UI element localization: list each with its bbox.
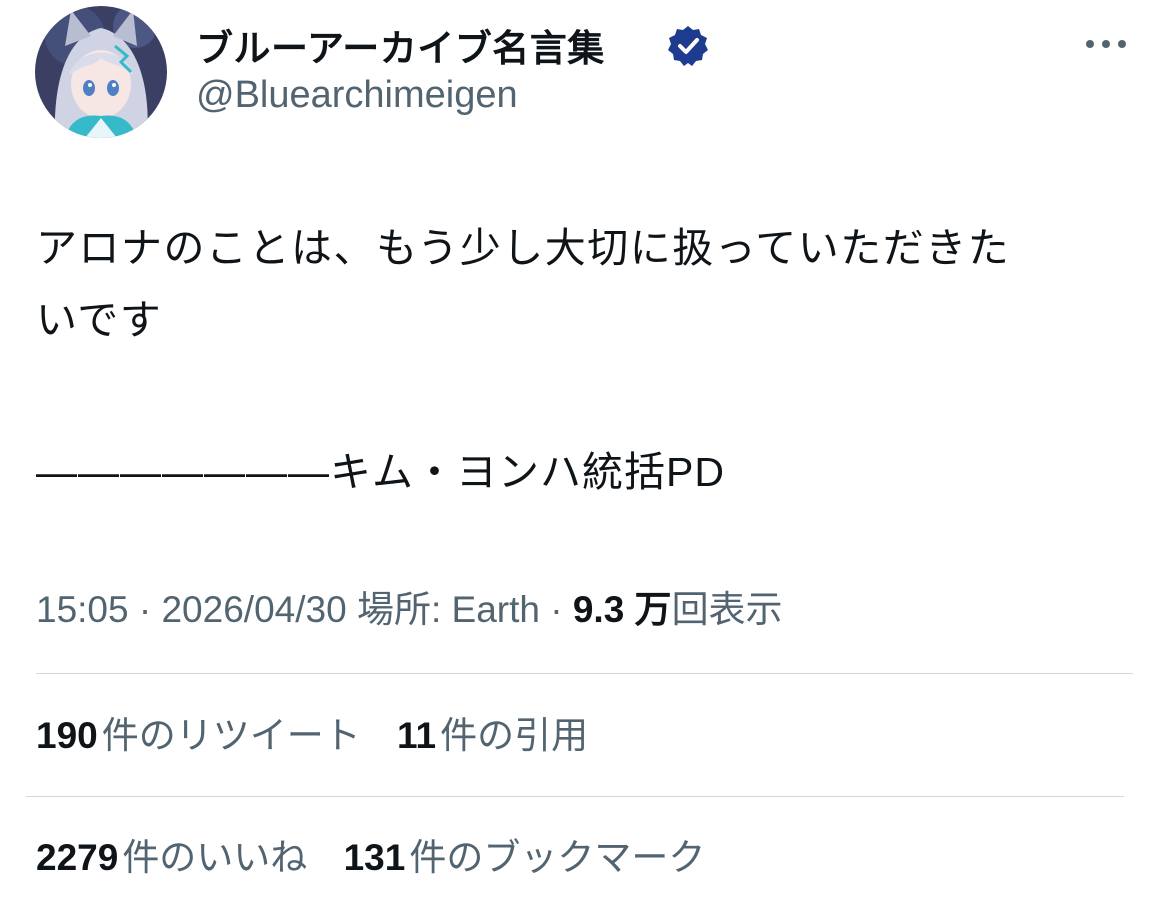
- tweet-attribution: ———————キム・ヨンハ統括PD: [36, 449, 725, 495]
- quotes-label: 件の引用: [440, 715, 589, 756]
- tweet-text: アロナのことは、もう少し大切に扱っていただきた いです: [36, 225, 1011, 343]
- retweets-count: 190: [36, 715, 98, 756]
- stats-row-engagement: 190 件のリツイート 11 件の引用: [36, 710, 614, 762]
- avatar-illustration: [35, 6, 167, 138]
- author-display-name[interactable]: ブルーアーカイブ名言集: [196, 18, 605, 72]
- tweet-location: 場所: Earth: [356, 589, 540, 630]
- divider: [26, 796, 1124, 797]
- retweets-label: 件のリツイート: [101, 715, 361, 756]
- quotes-count: 11: [397, 715, 437, 756]
- bookmarks-stat[interactable]: 131 件のブックマーク: [344, 832, 706, 884]
- author-handle[interactable]: @Bluearchimeigen: [196, 74, 518, 117]
- divider: [36, 673, 1133, 674]
- retweets-stat[interactable]: 190 件のリツイート: [36, 710, 361, 762]
- quotes-stat[interactable]: 11 件の引用: [397, 710, 588, 762]
- tweet-meta: 15:05 · 2026/04/30 場所: Earth · 9.3 万回表示: [36, 584, 783, 636]
- author-avatar[interactable]: [35, 6, 167, 138]
- verified-badge-icon: [666, 24, 710, 68]
- view-count-label: 回表示: [671, 589, 783, 630]
- likes-label: 件のいいね: [122, 837, 308, 878]
- more-options-icon[interactable]: [1080, 22, 1132, 66]
- stats-row-reactions: 2279 件のいいね 131 件のブックマーク: [36, 832, 731, 884]
- bookmarks-count: 131: [343, 837, 406, 878]
- likes-stat[interactable]: 2279 件のいいね: [36, 832, 307, 884]
- bookmarks-label: 件のブックマーク: [409, 837, 706, 878]
- likes-count: 2279: [36, 837, 119, 878]
- meta-separator: ·: [138, 589, 152, 630]
- tweet-date[interactable]: 2026/04/30: [161, 589, 346, 630]
- meta-separator: ·: [550, 589, 563, 630]
- tweet-time[interactable]: 15:05: [36, 589, 129, 630]
- view-count: 9.3 万: [572, 589, 672, 630]
